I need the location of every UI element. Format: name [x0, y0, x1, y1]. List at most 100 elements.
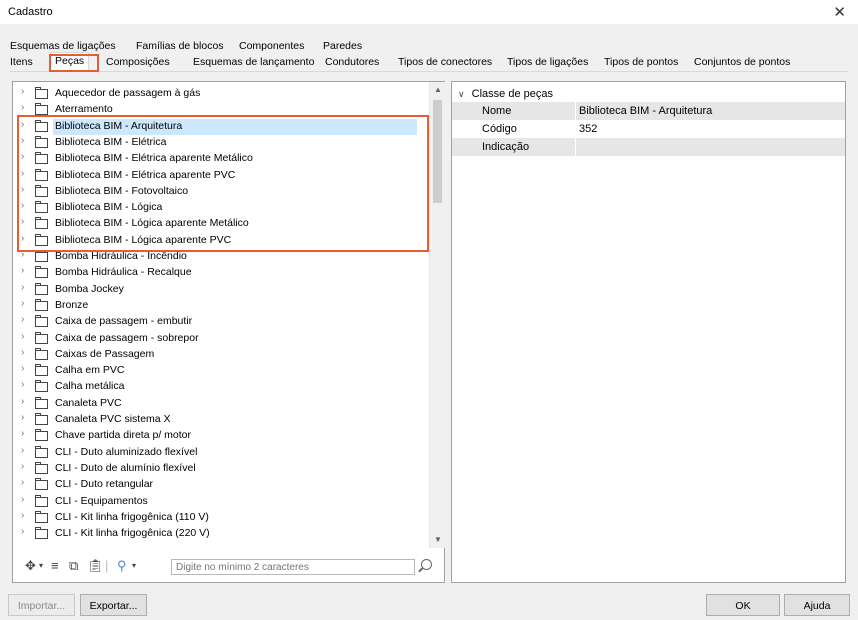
tree-item[interactable]: › Calha em PVC [13, 363, 429, 379]
tree-item[interactable]: › Bomba Hidráulica - Recalque [13, 265, 429, 281]
search-field[interactable] [171, 559, 416, 575]
property-value[interactable]: 352 [579, 123, 597, 135]
tab-condutores[interactable]: Condutores [325, 56, 379, 68]
tab-composicoes[interactable]: Composições [106, 56, 170, 68]
tree-item[interactable]: › Canaleta PVC sistema X [13, 412, 429, 428]
expand-chevron-icon[interactable]: › [21, 265, 24, 276]
search-input[interactable] [172, 560, 416, 575]
tab-tipos-de-conectores[interactable]: Tipos de conectores [398, 56, 492, 68]
tree-item-label: Calha metálica [55, 380, 125, 393]
tree-item[interactable]: › Caixas de Passagem [13, 347, 429, 363]
filter-icon[interactable]: ⚲ [117, 558, 127, 574]
filter-dropdown-icon[interactable]: ▾ [132, 561, 136, 570]
tree-item[interactable]: › Bomba Jockey [13, 282, 429, 298]
expand-chevron-icon[interactable]: › [21, 168, 24, 179]
expand-chevron-icon[interactable]: › [21, 526, 24, 537]
expand-chevron-icon[interactable]: › [21, 396, 24, 407]
scroll-thumb[interactable] [433, 100, 442, 203]
export-button[interactable]: Exportar... [80, 594, 147, 616]
tab-conjuntos-de-pontos[interactable]: Conjuntos de pontos [694, 56, 790, 68]
tree-item[interactable]: › Biblioteca BIM - Elétrica [13, 135, 429, 151]
expand-chevron-icon[interactable]: › [21, 331, 24, 342]
tab-esquemas-de-ligacoes[interactable]: Esquemas de ligações [10, 40, 116, 52]
tab-itens[interactable]: Itens [10, 56, 33, 68]
tree-item[interactable]: › Biblioteca BIM - Arquitetura [13, 118, 429, 135]
folder-icon [35, 298, 48, 311]
tree-item[interactable]: › CLI - Kit linha frigogênica (110 V) [13, 510, 429, 526]
expand-chevron-icon[interactable]: › [21, 412, 24, 423]
expand-chevron-icon[interactable]: › [21, 314, 24, 325]
expand-chevron-icon[interactable]: › [21, 379, 24, 390]
tree-item[interactable]: › Biblioteca BIM - Elétrica aparente Metá… [13, 151, 429, 167]
tree-item[interactable]: › Canaleta PVC [13, 396, 429, 412]
add-dropdown-icon[interactable]: ▾ [39, 561, 43, 570]
expand-chevron-icon[interactable]: › [21, 216, 24, 227]
tree-scrollbar[interactable]: ▲ ▼ [429, 82, 445, 548]
tree-item[interactable]: › Caixa de passagem - embutir [13, 314, 429, 330]
tab-tipos-de-ligacoes[interactable]: Tipos de ligações [507, 56, 588, 68]
tab-tipos-de-pontos[interactable]: Tipos de pontos [604, 56, 678, 68]
tree-item[interactable]: › CLI - Kit linha frigogênica (220 V) [13, 526, 429, 542]
expand-chevron-icon[interactable]: › [21, 494, 24, 505]
tab-familias-de-blocos[interactable]: Famílias de blocos [136, 40, 224, 52]
search-icon[interactable] [421, 559, 432, 570]
expand-chevron-icon[interactable]: › [21, 298, 24, 309]
tree-item[interactable]: › CLI - Equipamentos [13, 494, 429, 510]
tree-item[interactable]: › Chave partida direta p/ motor [13, 428, 429, 444]
expand-chevron-icon[interactable]: › [21, 119, 24, 130]
tree-item[interactable]: › Biblioteca BIM - Elétrica aparente PVC [13, 168, 429, 184]
scroll-up-icon[interactable]: ▲ [430, 82, 446, 98]
expand-chevron-icon[interactable]: › [21, 477, 24, 488]
expand-chevron-icon[interactable]: › [21, 86, 24, 97]
ok-button[interactable]: OK [706, 594, 780, 616]
expand-chevron-icon[interactable]: › [21, 282, 24, 293]
expand-chevron-icon[interactable]: › [21, 184, 24, 195]
expand-chevron-icon[interactable]: › [21, 363, 24, 374]
properties-header-label: Classe de peças [471, 88, 553, 100]
scroll-down-icon[interactable]: ▼ [430, 532, 446, 548]
tree-item[interactable]: › CLI - Duto retangular [13, 477, 429, 493]
add-node-icon[interactable]: ✥ [25, 558, 36, 574]
expand-chevron-icon[interactable]: › [21, 151, 24, 162]
tree-item[interactable]: › Biblioteca BIM - Lógica aparente PVC [13, 233, 429, 249]
folder-icon [35, 364, 48, 377]
property-value[interactable]: Biblioteca BIM - Arquitetura [579, 105, 712, 117]
collapse-chevron-icon[interactable]: ∨ [458, 89, 465, 99]
tree-item[interactable]: › Aquecedor de passagem à gás [13, 86, 429, 102]
help-button[interactable]: Ajuda [784, 594, 850, 616]
expand-chevron-icon[interactable]: › [21, 347, 24, 358]
tree-item-label: Biblioteca BIM - Lógica aparente PVC [55, 233, 232, 246]
tree-item[interactable]: › Biblioteca BIM - Fotovoltaico [13, 184, 429, 200]
expand-chevron-icon[interactable]: › [21, 200, 24, 211]
tree-item[interactable]: › Biblioteca BIM - Lógica [13, 200, 429, 216]
tab-paredes[interactable]: Paredes [323, 40, 362, 52]
expand-chevron-icon[interactable]: › [21, 233, 24, 244]
expand-chevron-icon[interactable]: › [21, 249, 24, 260]
tab-esquemas-de-lancamento[interactable]: Esquemas de lançamento [193, 56, 314, 68]
tree-item[interactable]: › CLI - Duto aluminizado flexível [13, 445, 429, 461]
tree-item[interactable]: › Bronze [13, 298, 429, 314]
property-divider [575, 120, 576, 138]
tree-item[interactable]: › Aterramento [13, 102, 429, 118]
paste-icon[interactable]: 📋︎ [87, 558, 104, 574]
copy-icon[interactable]: ⧉ [69, 558, 78, 574]
expand-chevron-icon[interactable]: › [21, 445, 24, 456]
tab-pecas[interactable]: Peças [50, 52, 90, 71]
tree-item[interactable]: › Biblioteca BIM - Lógica aparente Metáli… [13, 216, 429, 232]
tree-item[interactable]: › Caixa de passagem - sobrepor [13, 331, 429, 347]
properties-header[interactable]: ∨ Classe de peças [458, 88, 553, 100]
tree-item[interactable]: › CLI - Duto de alumínio flexível [13, 461, 429, 477]
property-row-nome: Nome Biblioteca BIM - Arquitetura [452, 102, 845, 120]
expand-chevron-icon[interactable]: › [21, 510, 24, 521]
expand-chevron-icon[interactable]: › [21, 428, 24, 439]
close-icon[interactable]: ✕ [833, 3, 846, 21]
tab-componentes[interactable]: Componentes [239, 40, 304, 52]
tree-item[interactable]: › Calha metálica [13, 379, 429, 395]
tree-item[interactable]: › Bomba Hidráulica - Incêndio [13, 249, 429, 265]
remove-icon[interactable]: ≡ [51, 558, 59, 573]
expand-chevron-icon[interactable]: › [21, 461, 24, 472]
import-button[interactable]: Importar... [8, 594, 75, 616]
expand-chevron-icon[interactable]: › [21, 102, 24, 113]
expand-chevron-icon[interactable]: › [21, 135, 24, 146]
tree-item-label: Bronze [55, 298, 89, 311]
